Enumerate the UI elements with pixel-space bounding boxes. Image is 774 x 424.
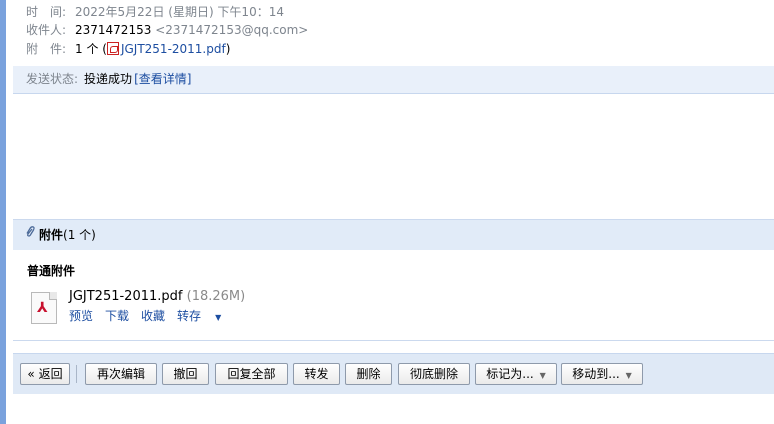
attachment-row: 附 件: 1 个 ( JGJT251-2011.pdf): [26, 40, 230, 58]
mark-as-button[interactable]: 标记为... ▼: [475, 363, 557, 385]
favorite-link[interactable]: 收藏: [141, 309, 165, 323]
mark-as-label: 标记为...: [486, 367, 534, 381]
attachments-panel: 普通附件 ⅄ JGJT251-2011.pdf (18.26M) 预览 下载 收藏转…: [13, 250, 774, 341]
recipient-row: 收件人: 2371472153 <2371472153@qq.com>: [26, 21, 308, 39]
status-label: 发送状态:: [26, 72, 79, 86]
action-toolbar: « 返回 再次编辑 撤回 回复全部 转发 删除 彻底删除 标记为... ▼ 移动…: [13, 353, 774, 394]
attachment-file: JGJT251-2011.pdf (18.26M): [69, 289, 245, 304]
preview-link[interactable]: 预览: [69, 309, 93, 323]
time-row: 时 间: 2022年5月22日 (星期日) 下午10：14: [26, 3, 284, 21]
attachments-title: 附件: [39, 228, 64, 242]
chevron-down-icon: ▼: [215, 313, 222, 322]
save-to-menu[interactable]: 转存 ▼: [177, 309, 233, 323]
paperclip-icon: [25, 221, 35, 237]
status-value: 投递成功: [84, 72, 133, 86]
move-to-label: 移动到...: [572, 367, 620, 381]
attachment-label: 附 件:: [26, 42, 67, 56]
normal-attachments-title: 普通附件: [27, 264, 76, 278]
mail-header-info: 时 间: 2022年5月22日 (星期日) 下午10：14 收件人: 2371472…: [13, 0, 774, 67]
back-button[interactable]: « 返回: [20, 363, 70, 385]
reply-all-button[interactable]: 回复全部: [215, 363, 288, 385]
recipient-label: 收件人:: [26, 23, 67, 37]
toolbar-separator: [76, 365, 77, 383]
delete-button[interactable]: 删除: [345, 363, 392, 385]
time-value: 2022年5月22日 (星期日) 下午10：14: [75, 5, 284, 19]
recipient-name[interactable]: 2371472153: [75, 23, 151, 37]
time-label: 时 间:: [26, 5, 67, 19]
forward-button[interactable]: 转发: [293, 363, 340, 385]
recall-button[interactable]: 撤回: [162, 363, 209, 385]
save-to-label: 转存: [177, 309, 202, 323]
mail-read-view: 时 间: 2022年5月22日 (星期日) 下午10：14 收件人: 2371472…: [13, 0, 774, 424]
pdf-icon: [106, 42, 119, 55]
left-accent-strip: [0, 0, 6, 424]
attachment-file-name[interactable]: JGJT251-2011.pdf: [69, 289, 182, 304]
attachment-actions: 预览 下载 收藏 转存 ▼: [69, 307, 245, 324]
download-link[interactable]: 下载: [105, 309, 129, 323]
attachments-header: 附件(1 个): [13, 219, 774, 250]
attachment-close-paren: ): [225, 42, 231, 56]
delivery-status-bar: 发送状态: 投递成功 [查看详情]: [13, 66, 774, 94]
status-detail-link[interactable]: [查看详情]: [134, 72, 191, 86]
attachment-link[interactable]: JGJT251-2011.pdf: [121, 42, 226, 56]
recipient-email: <2371472153@qq.com>: [155, 23, 309, 37]
reedit-button[interactable]: 再次编辑: [85, 363, 157, 385]
mail-body: [13, 94, 774, 218]
move-to-button[interactable]: 移动到... ▼: [561, 363, 643, 385]
attachment-count: 1 个 (: [75, 42, 107, 56]
chevron-down-icon: ▼: [539, 371, 546, 380]
pdf-icon[interactable]: ⅄: [31, 292, 57, 324]
chevron-down-icon: ▼: [625, 371, 632, 380]
attachments-count: (1 个): [63, 228, 96, 242]
purge-button[interactable]: 彻底删除: [398, 363, 470, 385]
attachment-file-size: (18.26M): [186, 289, 246, 304]
